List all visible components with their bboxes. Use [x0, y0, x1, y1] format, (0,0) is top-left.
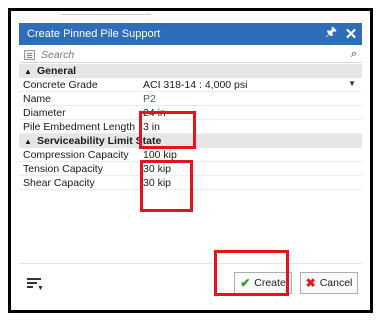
section-label: General [37, 65, 77, 77]
highlight-box-create [214, 250, 289, 296]
cancel-button-label: Cancel [319, 277, 353, 289]
highlight-box-capacities [140, 160, 193, 212]
concrete-grade-select[interactable]: ACI 318-14 : 4,000 psi ▼ [139, 79, 362, 91]
property-label: Pile Embedment Length [23, 120, 136, 133]
property-label: Name [23, 92, 52, 105]
compression-capacity-field[interactable]: 100 kip [139, 149, 362, 161]
search-input[interactable]: Search [35, 49, 346, 61]
categorize-icon[interactable] [24, 49, 35, 60]
dialog-footer: ▼ ✔ Create ✖ Cancel [19, 263, 362, 303]
property-label: Diameter [23, 106, 66, 119]
property-label: Tension Capacity [23, 162, 103, 175]
collapse-chevron-icon[interactable]: ▲ [19, 67, 37, 76]
section-general[interactable]: ▲ General [19, 64, 362, 78]
property-label: Compression Capacity [23, 148, 129, 161]
name-field[interactable]: P2 [139, 93, 362, 105]
property-row-name[interactable]: Name P2 [19, 92, 362, 106]
property-row-concrete-grade[interactable]: Concrete Grade ACI 318-14 : 4,000 psi ▼ [19, 78, 362, 92]
collapse-chevron-icon[interactable]: ▲ [19, 137, 37, 146]
cancel-x-icon: ✖ [305, 276, 316, 290]
dropdown-arrow-icon[interactable]: ▼ [348, 79, 356, 88]
cancel-button[interactable]: ✖ Cancel [300, 272, 358, 294]
search-icon[interactable]: ⌕ [346, 48, 362, 61]
dialog-title: Create Pinned Pile Support [27, 28, 161, 40]
close-icon[interactable]: ✕ [340, 25, 362, 43]
property-label: Concrete Grade [23, 78, 98, 91]
pin-icon[interactable]: 🖈 [322, 23, 340, 45]
options-menu-icon[interactable]: ▼ [27, 277, 44, 292]
highlight-box-dimensions [139, 111, 196, 149]
title-bar: Create Pinned Pile Support 🖈 ✕ [19, 23, 362, 45]
concrete-grade-value[interactable]: ACI 318-14 : 4,000 psi [143, 79, 247, 91]
property-label: Shear Capacity [23, 176, 95, 189]
search-bar[interactable]: Search ⌕ [19, 47, 362, 63]
background-window-edge [11, 11, 370, 23]
